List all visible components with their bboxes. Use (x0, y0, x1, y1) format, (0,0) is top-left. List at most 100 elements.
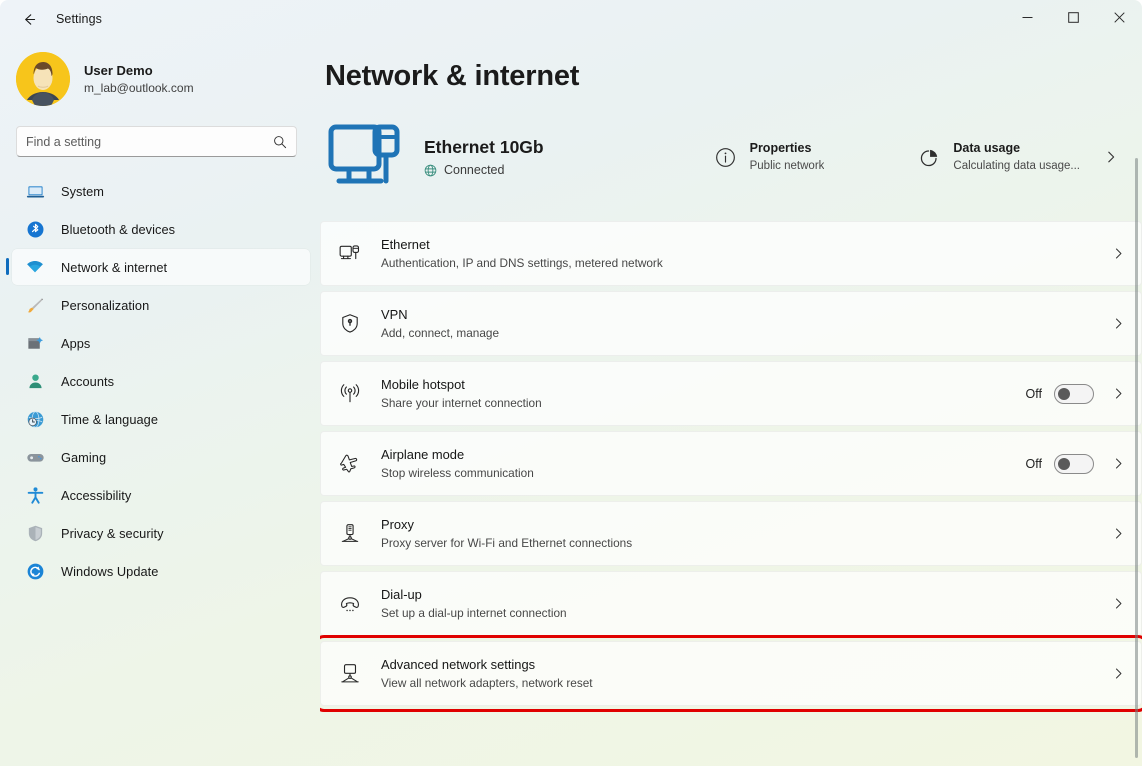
clock-globe-icon (24, 408, 46, 430)
gamepad-icon (24, 446, 46, 468)
toggle-knob (1058, 458, 1070, 470)
row-subtitle: Set up a dial-up internet connection (381, 605, 567, 621)
row-title: VPN (381, 306, 499, 323)
window-controls (1004, 0, 1142, 38)
airplane-icon (335, 449, 365, 479)
row-right (1112, 667, 1125, 680)
row-ethernet[interactable]: Ethernet Authentication, IP and DNS sett… (320, 221, 1142, 286)
sidebar-item-label: Gaming (61, 450, 106, 465)
properties-text: Properties Public network (750, 140, 825, 174)
row-airplane-mode[interactable]: Airplane mode Stop wireless communicatio… (320, 431, 1142, 496)
row-text: VPN Add, connect, manage (381, 306, 499, 341)
sidebar-item-system[interactable]: System (12, 173, 310, 209)
sidebar-item-label: Personalization (61, 298, 149, 313)
row-advanced-network-settings[interactable]: Advanced network settings View all netwo… (320, 641, 1142, 706)
sidebar-item-label: Time & language (61, 412, 158, 427)
row-right: Off (1026, 454, 1125, 474)
airplane-toggle[interactable] (1054, 454, 1094, 474)
row-text: Proxy Proxy server for Wi-Fi and Etherne… (381, 516, 632, 551)
account-block[interactable]: User Demo m_lab@outlook.com (16, 52, 320, 106)
close-icon (1114, 12, 1125, 23)
sidebar-item-gaming[interactable]: Gaming (12, 439, 310, 475)
row-right (1112, 247, 1125, 260)
row-text: Mobile hotspot Share your internet conne… (381, 376, 542, 411)
row-right (1112, 527, 1125, 540)
row-subtitle: Stop wireless communication (381, 465, 534, 481)
sidebar-item-label: System (61, 184, 104, 199)
data-usage-subtitle: Calculating data usage... (953, 158, 1080, 174)
sidebar-item-label: Windows Update (61, 564, 158, 579)
row-title: Airplane mode (381, 446, 534, 463)
row-subtitle: View all network adapters, network reset (381, 675, 593, 691)
properties-action[interactable]: Properties Public network (705, 134, 833, 180)
row-title: Proxy (381, 516, 632, 533)
row-subtitle: Share your internet connection (381, 395, 542, 411)
sidebar-item-time-language[interactable]: Time & language (12, 401, 310, 437)
system-icon (24, 180, 46, 202)
chevron-right-icon[interactable] (1112, 387, 1125, 400)
account-email: m_lab@outlook.com (84, 80, 194, 97)
account-name: User Demo (84, 62, 194, 79)
sidebar-item-accessibility[interactable]: Accessibility (12, 477, 310, 513)
sidebar-item-label: Accessibility (61, 488, 131, 503)
sidebar-item-network-internet[interactable]: Network & internet (12, 249, 310, 285)
hotspot-toggle[interactable] (1054, 384, 1094, 404)
data-usage-title: Data usage (953, 140, 1080, 156)
sidebar-item-label: Apps (61, 336, 90, 351)
sidebar-item-accounts[interactable]: Accounts (12, 363, 310, 399)
chevron-right-icon[interactable] (1112, 317, 1125, 330)
row-proxy[interactable]: Proxy Proxy server for Wi-Fi and Etherne… (320, 501, 1142, 566)
sidebar: User Demo m_lab@outlook.com S (0, 38, 320, 766)
sidebar-item-apps[interactable]: Apps (12, 325, 310, 361)
row-dial-up[interactable]: Dial-up Set up a dial-up internet connec… (320, 571, 1142, 636)
toggle-knob (1058, 388, 1070, 400)
settings-window: Settings (0, 0, 1142, 766)
row-mobile-hotspot[interactable]: Mobile hotspot Share your internet conne… (320, 361, 1142, 426)
proxy-icon (335, 519, 365, 549)
sidebar-item-bluetooth-devices[interactable]: Bluetooth & devices (12, 211, 310, 247)
toggle-state-label: Off (1026, 457, 1042, 471)
maximize-icon (1068, 12, 1079, 23)
chevron-right-icon[interactable] (1104, 150, 1118, 164)
person-icon (24, 370, 46, 392)
chevron-right-icon[interactable] (1112, 247, 1125, 260)
back-arrow-icon (21, 11, 38, 28)
row-title: Ethernet (381, 236, 663, 253)
row-subtitle: Proxy server for Wi-Fi and Ethernet conn… (381, 535, 632, 551)
chevron-right-icon[interactable] (1112, 527, 1125, 540)
minimize-button[interactable] (1004, 0, 1050, 34)
data-usage-action[interactable]: Data usage Calculating data usage... (908, 134, 1088, 180)
maximize-button[interactable] (1050, 0, 1096, 34)
scrollbar-thumb[interactable] (1135, 158, 1138, 758)
search-box[interactable] (16, 126, 297, 157)
settings-list: Ethernet Authentication, IP and DNS sett… (320, 221, 1142, 706)
dialup-phone-icon (335, 589, 365, 619)
sidebar-item-personalization[interactable]: Personalization (12, 287, 310, 323)
connection-info: Ethernet 10Gb Connected (424, 137, 544, 177)
connection-status: Connected (424, 163, 544, 177)
chevron-right-icon[interactable] (1112, 457, 1125, 470)
chevron-right-icon[interactable] (1112, 667, 1125, 680)
title-bar: Settings (0, 0, 1142, 38)
row-text: Advanced network settings View all netwo… (381, 656, 593, 691)
sidebar-item-privacy-security[interactable]: Privacy & security (12, 515, 310, 551)
chevron-right-icon[interactable] (1112, 597, 1125, 610)
wifi-icon (24, 256, 46, 278)
row-subtitle: Add, connect, manage (381, 325, 499, 341)
search-input[interactable] (26, 135, 273, 149)
close-button[interactable] (1096, 0, 1142, 34)
window-title: Settings (56, 12, 102, 26)
minimize-icon (1022, 12, 1033, 23)
hotspot-icon (335, 379, 365, 409)
scrollbar[interactable] (1134, 84, 1140, 766)
row-title: Mobile hotspot (381, 376, 542, 393)
connection-header: Ethernet 10Gb Connected (320, 107, 1142, 207)
ethernet-monitor-icon (320, 110, 414, 204)
back-button[interactable] (10, 4, 48, 34)
main-content: Network & internet Ethernet 10Gb (320, 38, 1142, 766)
sidebar-item-windows-update[interactable]: Windows Update (12, 553, 310, 589)
sidebar-nav: System Bluetooth & devices (0, 173, 320, 589)
row-vpn[interactable]: VPN Add, connect, manage (320, 291, 1142, 356)
sidebar-item-label: Accounts (61, 374, 114, 389)
avatar-image (16, 52, 70, 106)
